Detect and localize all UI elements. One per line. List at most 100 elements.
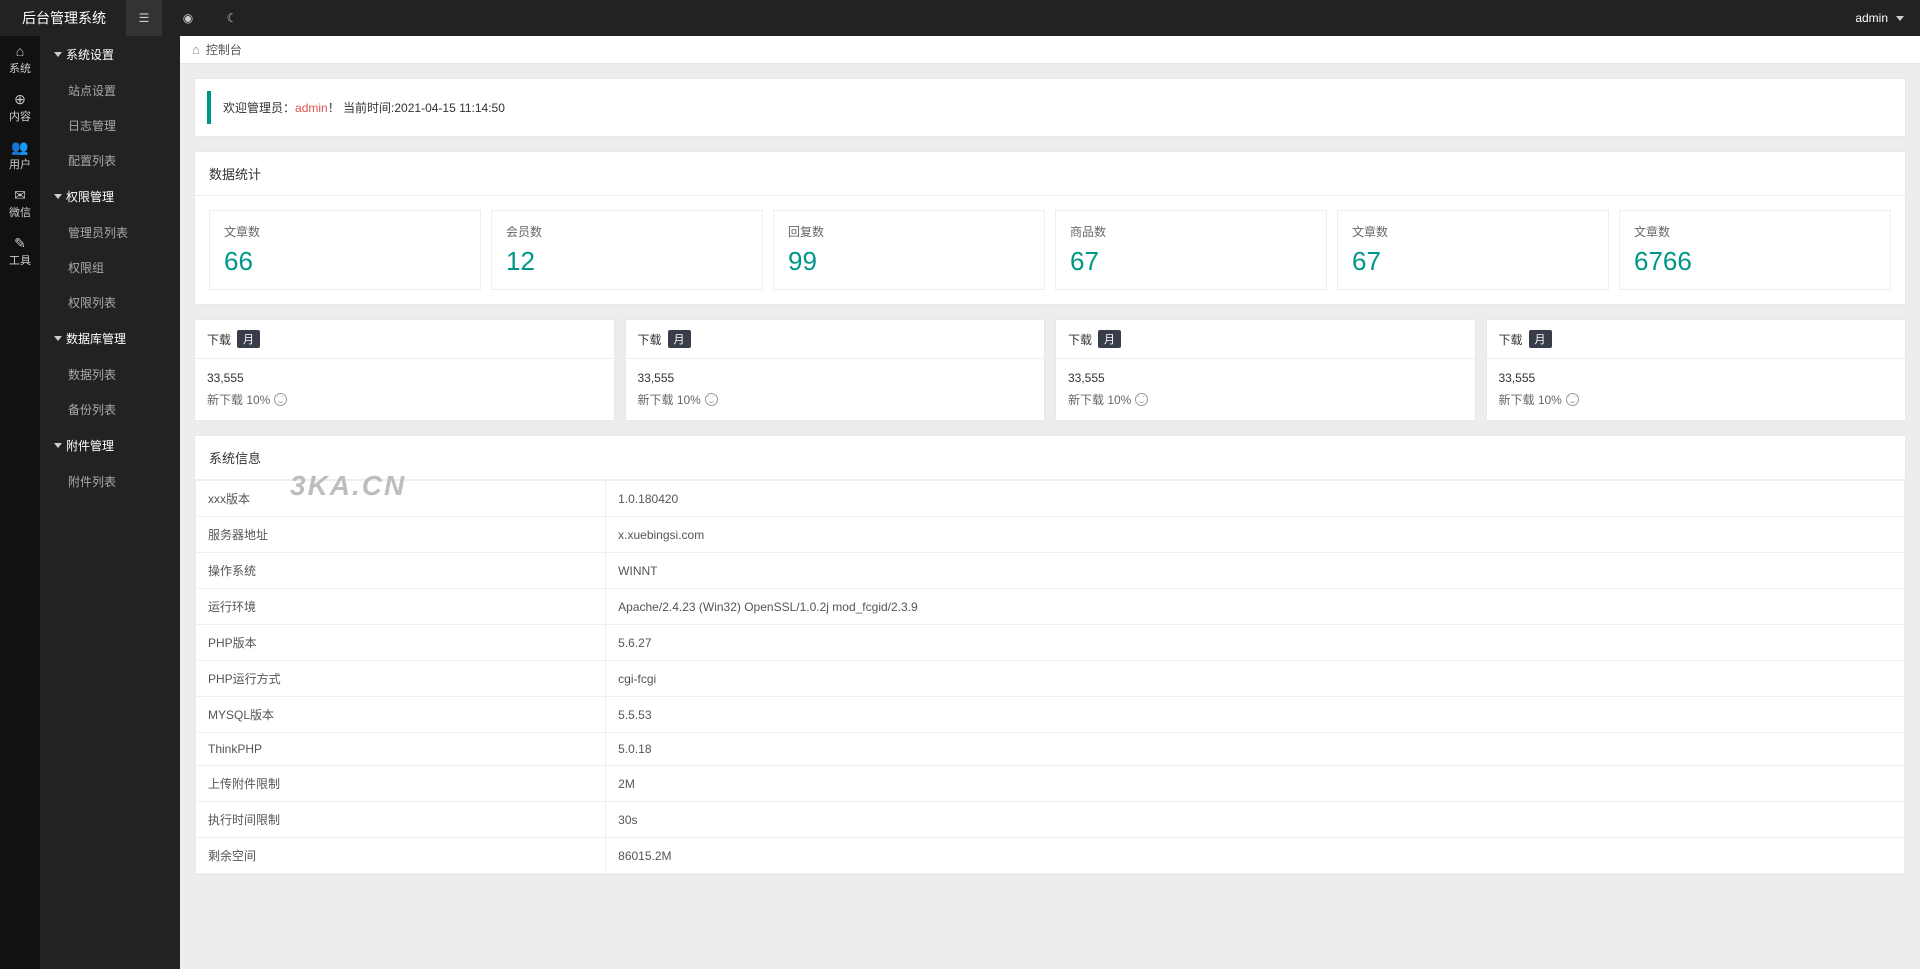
menu-section-0[interactable]: 系统设置: [40, 36, 180, 73]
stat-value: 12: [506, 246, 748, 277]
sys-val: Apache/2.4.23 (Win32) OpenSSL/1.0.2j mod…: [606, 589, 1905, 625]
sys-val: cgi-fcgi: [606, 661, 1905, 697]
dl-header: 下载月: [626, 320, 1045, 359]
smile-icon: [705, 393, 718, 406]
rail-item-2[interactable]: 👥用户: [0, 132, 40, 180]
table-row: ThinkPHP5.0.18: [196, 733, 1905, 766]
stat-value: 67: [1070, 246, 1312, 277]
dl-count: 33,555: [1499, 371, 1894, 385]
top-bar: 后台管理系统 ☰ ◉ ☾ admin: [0, 0, 1920, 36]
sys-key: 操作系统: [196, 553, 606, 589]
menu-item-0-1[interactable]: 日志管理: [40, 108, 180, 143]
globe-button[interactable]: ◉: [170, 0, 206, 36]
smile-icon: [274, 393, 287, 406]
sys-key: 上传附件限制: [196, 766, 606, 802]
dl-sub: 新下载 10%: [1499, 391, 1894, 408]
topbar-left: 后台管理系统 ☰ ◉ ☾: [10, 0, 250, 36]
user-menu[interactable]: admin: [1855, 11, 1910, 25]
welcome-box: 欢迎管理员：admin！ 当前时间:2021-04-15 11:14:50: [194, 78, 1906, 137]
menu-toggle-button[interactable]: ☰: [126, 0, 162, 36]
main-area: ⌂ 控制台 欢迎管理员：admin！ 当前时间:2021-04-15 11:14…: [180, 36, 1920, 969]
sys-val: 30s: [606, 802, 1905, 838]
sys-key: 执行时间限制: [196, 802, 606, 838]
sys-val: 5.0.18: [606, 733, 1905, 766]
dl-title: 下载: [1068, 331, 1092, 348]
table-row: 上传附件限制2M: [196, 766, 1905, 802]
rail-icon: ✉: [14, 188, 26, 202]
breadcrumb-text: 控制台: [206, 41, 242, 58]
dl-count: 33,555: [207, 371, 602, 385]
welcome-suffix: ！ 当前时间:2021-04-15 11:14:50: [328, 101, 505, 115]
dl-badge: 月: [1098, 330, 1121, 348]
rail-icon: ⊕: [14, 92, 26, 106]
stat-card-5: 文章数6766: [1619, 210, 1891, 290]
menu-item-3-0[interactable]: 附件列表: [40, 464, 180, 499]
table-row: 剩余空间86015.2M: [196, 838, 1905, 874]
sys-val: x.xuebingsi.com: [606, 517, 1905, 553]
stats-panel: 数据统计 文章数66会员数12回复数99商品数67文章数67文章数6766: [194, 151, 1906, 305]
dl-badge: 月: [237, 330, 260, 348]
sysinfo-panel: 系统信息 xxx版本1.0.180420服务器地址x.xuebingsi.com…: [194, 435, 1906, 875]
rail-item-3[interactable]: ✉ 微信: [0, 180, 40, 228]
user-name: admin: [1855, 11, 1888, 25]
stats-title: 数据统计: [195, 152, 1905, 196]
rail-item-4[interactable]: ✎工具: [0, 228, 40, 276]
sys-val: 1.0.180420: [606, 481, 1905, 517]
menu-section-2[interactable]: 数据库管理: [40, 320, 180, 357]
dl-count: 33,555: [1068, 371, 1463, 385]
menu-item-2-1[interactable]: 备份列表: [40, 392, 180, 427]
sys-key: PHP运行方式: [196, 661, 606, 697]
table-row: PHP运行方式cgi-fcgi: [196, 661, 1905, 697]
dl-title: 下载: [207, 331, 231, 348]
menu-item-1-1[interactable]: 权限组: [40, 250, 180, 285]
menu-section-label: 权限管理: [66, 188, 114, 205]
table-row: 服务器地址x.xuebingsi.com: [196, 517, 1905, 553]
menu-item-0-2[interactable]: 配置列表: [40, 143, 180, 178]
home-icon: ⌂: [192, 42, 200, 57]
stat-label: 会员数: [506, 223, 748, 240]
menu-section-label: 数据库管理: [66, 330, 126, 347]
menu-item-2-0[interactable]: 数据列表: [40, 357, 180, 392]
table-row: 运行环境Apache/2.4.23 (Win32) OpenSSL/1.0.2j…: [196, 589, 1905, 625]
welcome-admin: admin: [295, 101, 328, 115]
sysinfo-title: 系统信息: [195, 436, 1905, 480]
globe-icon: ◉: [183, 11, 193, 25]
sys-val: 86015.2M: [606, 838, 1905, 874]
table-row: 执行时间限制30s: [196, 802, 1905, 838]
sys-key: 运行环境: [196, 589, 606, 625]
download-card-2: 下载月33,555新下载 10%: [1055, 319, 1476, 421]
download-grid: 下载月33,555新下载 10%下载月33,555新下载 10%下载月33,55…: [194, 319, 1906, 421]
table-row: xxx版本1.0.180420: [196, 481, 1905, 517]
dark-mode-button[interactable]: ☾: [214, 0, 250, 36]
sys-key: 服务器地址: [196, 517, 606, 553]
rail-item-1[interactable]: ⊕ 内容: [0, 84, 40, 132]
menu-section-1[interactable]: 权限管理: [40, 178, 180, 215]
rail-label: 系统: [9, 60, 31, 76]
menu-item-0-0[interactable]: 站点设置: [40, 73, 180, 108]
rail-label: 微信: [9, 204, 31, 220]
menu-section-label: 系统设置: [66, 46, 114, 63]
stat-label: 商品数: [1070, 223, 1312, 240]
smile-icon: [1566, 393, 1579, 406]
menu-section-3[interactable]: 附件管理: [40, 427, 180, 464]
rail-label: 用户: [9, 156, 31, 172]
download-card-0: 下载月 33,555 新下载 10%: [194, 319, 615, 421]
rail-label: 内容: [9, 108, 31, 124]
dl-body: 33,555 新下载 10%: [195, 359, 614, 420]
chevron-down-icon: [1896, 16, 1904, 21]
dl-sub: 新下载 10%: [207, 391, 602, 408]
dl-header: 下载月: [1487, 320, 1906, 359]
stat-label: 文章数: [1352, 223, 1594, 240]
moon-icon: ☾: [227, 11, 238, 25]
stat-value: 6766: [1634, 246, 1876, 277]
rail-item-0[interactable]: ⌂系统: [0, 36, 40, 84]
content-scroll[interactable]: 欢迎管理员：admin！ 当前时间:2021-04-15 11:14:50 数据…: [180, 64, 1920, 969]
dl-sub: 新下载 10%: [638, 391, 1033, 408]
menu-item-1-2[interactable]: 权限列表: [40, 285, 180, 320]
menu-item-1-0[interactable]: 管理员列表: [40, 215, 180, 250]
dl-header: 下载月: [195, 320, 614, 359]
chevron-down-icon: [54, 194, 62, 199]
download-card-1: 下载月33,555新下载 10%: [625, 319, 1046, 421]
stat-card-1: 会员数 12: [491, 210, 763, 290]
sys-key: ThinkPHP: [196, 733, 606, 766]
